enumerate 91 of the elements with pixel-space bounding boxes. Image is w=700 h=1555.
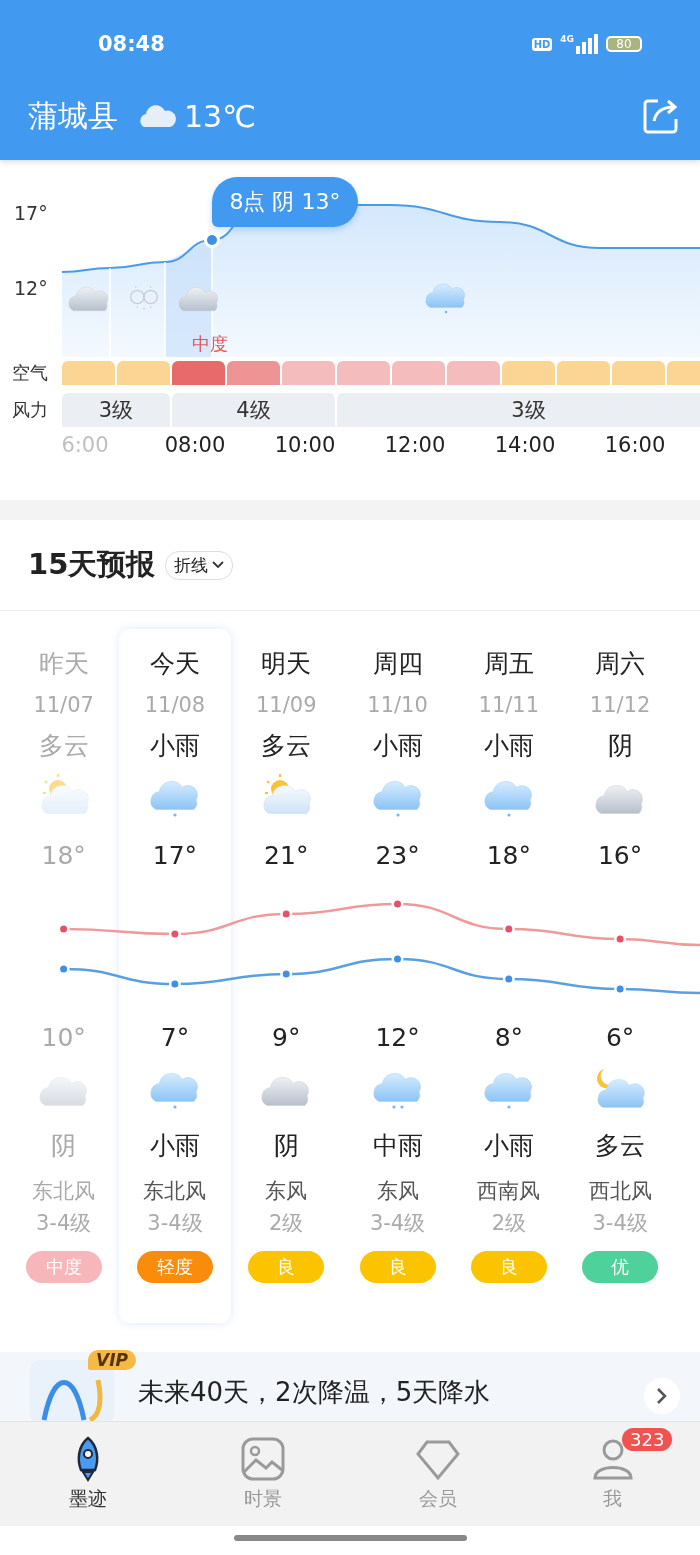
day-label: 周五: [483, 648, 534, 680]
view-mode-dropdown[interactable]: 折线: [165, 550, 234, 580]
air-quality-badge: 良: [470, 1251, 547, 1283]
wind-level: 3-4级: [592, 1210, 648, 1237]
weather-label: 阴: [51, 1130, 77, 1162]
weather-label: 阴: [607, 730, 633, 762]
axis-label: 17°: [14, 202, 48, 224]
date-label: 11/09: [255, 692, 317, 719]
wind-direction: 东风: [376, 1178, 419, 1205]
date-label: 11/11: [478, 692, 540, 719]
weather-label: 小雨: [483, 1130, 534, 1162]
low-temperature: 7°: [160, 1022, 190, 1054]
hour-tooltip: 8点 阴 13°: [212, 177, 358, 227]
high-temperature: 18°: [486, 840, 531, 872]
low-temperature: 12°: [375, 1022, 420, 1054]
high-temperature: 23°: [375, 840, 420, 872]
section-title: 15天预报: [28, 546, 156, 583]
row-label: 风力: [11, 398, 49, 422]
day-column[interactable]: 周五 11/11 小雨 18° 8° 小雨 西南风 2级 良: [453, 611, 565, 1351]
weather-label: 中雨: [372, 1130, 423, 1162]
battery-indicator: 80: [606, 36, 642, 52]
weather-label: 小雨: [483, 730, 534, 762]
low-temperature: 8°: [494, 1022, 524, 1054]
weather-label: 小雨: [149, 1130, 200, 1162]
air-quality-badge: 优: [582, 1251, 659, 1283]
wind-level: 4级: [172, 393, 335, 427]
high-temperature: 17°: [152, 840, 198, 872]
hour-label: 16:00: [603, 433, 667, 457]
date-label: 11/10: [367, 692, 428, 719]
day-label: 今天: [149, 648, 200, 680]
nav-tab[interactable]: 墨迹: [0, 1422, 175, 1526]
hour-label: 12:00: [383, 433, 447, 457]
weather-label: 小雨: [149, 730, 200, 762]
weather-label: 多云: [595, 1130, 646, 1162]
day-column[interactable]: 周六 11/12 阴 16° 6° 多云 西北风 3-4级 优: [564, 611, 676, 1351]
wind-level: 2级: [269, 1210, 304, 1237]
network-type: 4G: [560, 34, 574, 44]
wind-level: 3-4级: [36, 1210, 92, 1237]
chevron-button[interactable]: [644, 1378, 680, 1414]
row-label: 空气: [11, 361, 49, 385]
wind-level: 3级: [337, 393, 700, 427]
date-label: 11/08: [144, 692, 206, 719]
current-temperature: 13℃: [184, 98, 256, 134]
wind-direction: 东北风: [32, 1178, 96, 1205]
date-label: 11/12: [589, 692, 651, 719]
high-temperature: 18°: [41, 840, 86, 872]
date-label: 11/07: [33, 692, 94, 719]
air-quality-badge: 轻度: [136, 1251, 213, 1283]
weather-label: 阴: [273, 1130, 299, 1162]
axis-label: 12°: [14, 277, 48, 299]
hd-indicator: HD: [531, 37, 553, 51]
low-temperature: 10°: [41, 1022, 86, 1054]
low-temperature: 9°: [272, 1022, 301, 1054]
day-label: 周六: [595, 648, 646, 680]
air-quality-badge: 良: [248, 1251, 325, 1283]
low-temperature: 6°: [605, 1022, 635, 1054]
air-quality-badge: 良: [359, 1251, 436, 1283]
wind-direction: 东北风: [143, 1178, 207, 1205]
day-column[interactable]: 周四 11/10 小雨 23° 12° 中雨 东风 3-4级 良: [341, 611, 454, 1351]
wind-level: 3-4级: [147, 1210, 203, 1237]
day-label: 明天: [261, 648, 312, 680]
wind-level: 3-4级: [369, 1210, 426, 1237]
hour-label: 08:00: [163, 433, 227, 457]
hour-label: 14:00: [493, 433, 557, 457]
banner-text[interactable]: 未来40天，2次降温，5天降水: [138, 1374, 491, 1410]
day-label: 昨天: [38, 648, 89, 680]
share-icon[interactable]: [642, 97, 680, 135]
notification-badge: 323: [622, 1428, 673, 1451]
wind-direction: 西北风: [588, 1178, 652, 1205]
chevron-down-icon: [212, 561, 225, 569]
selected-day-card[interactable]: 今天 11/08 小雨 17° 7° 小雨 东北风 3-4级 轻度: [119, 629, 231, 1323]
day-column[interactable]: 明天 11/09 多云 21° 9° 阴 东风 2级 良: [230, 611, 342, 1351]
weather-label: 多云: [261, 730, 312, 762]
status-time: 08:48: [98, 32, 165, 56]
day-label: 周四: [372, 648, 423, 680]
high-temperature: 16°: [597, 840, 643, 872]
hour-label: 10:00: [273, 433, 337, 457]
wind-direction: 西南风: [477, 1178, 541, 1205]
signal-icon: [576, 34, 598, 54]
vip-badge: VIP: [88, 1350, 136, 1370]
wind-level: 3级: [62, 393, 170, 427]
weather-label: 多云: [38, 730, 89, 762]
weather-label: 小雨: [372, 730, 423, 762]
hour-label: 6:00: [60, 433, 110, 457]
air-quality-badge: 中度: [25, 1251, 102, 1283]
wind-direction: 东风: [265, 1178, 308, 1205]
air-quality-label: 中度: [192, 332, 228, 356]
chevron-right-icon: [656, 1387, 668, 1405]
wind-level: 2级: [491, 1210, 526, 1237]
image-icon: [239, 1436, 286, 1482]
high-temperature: 21°: [264, 840, 309, 872]
